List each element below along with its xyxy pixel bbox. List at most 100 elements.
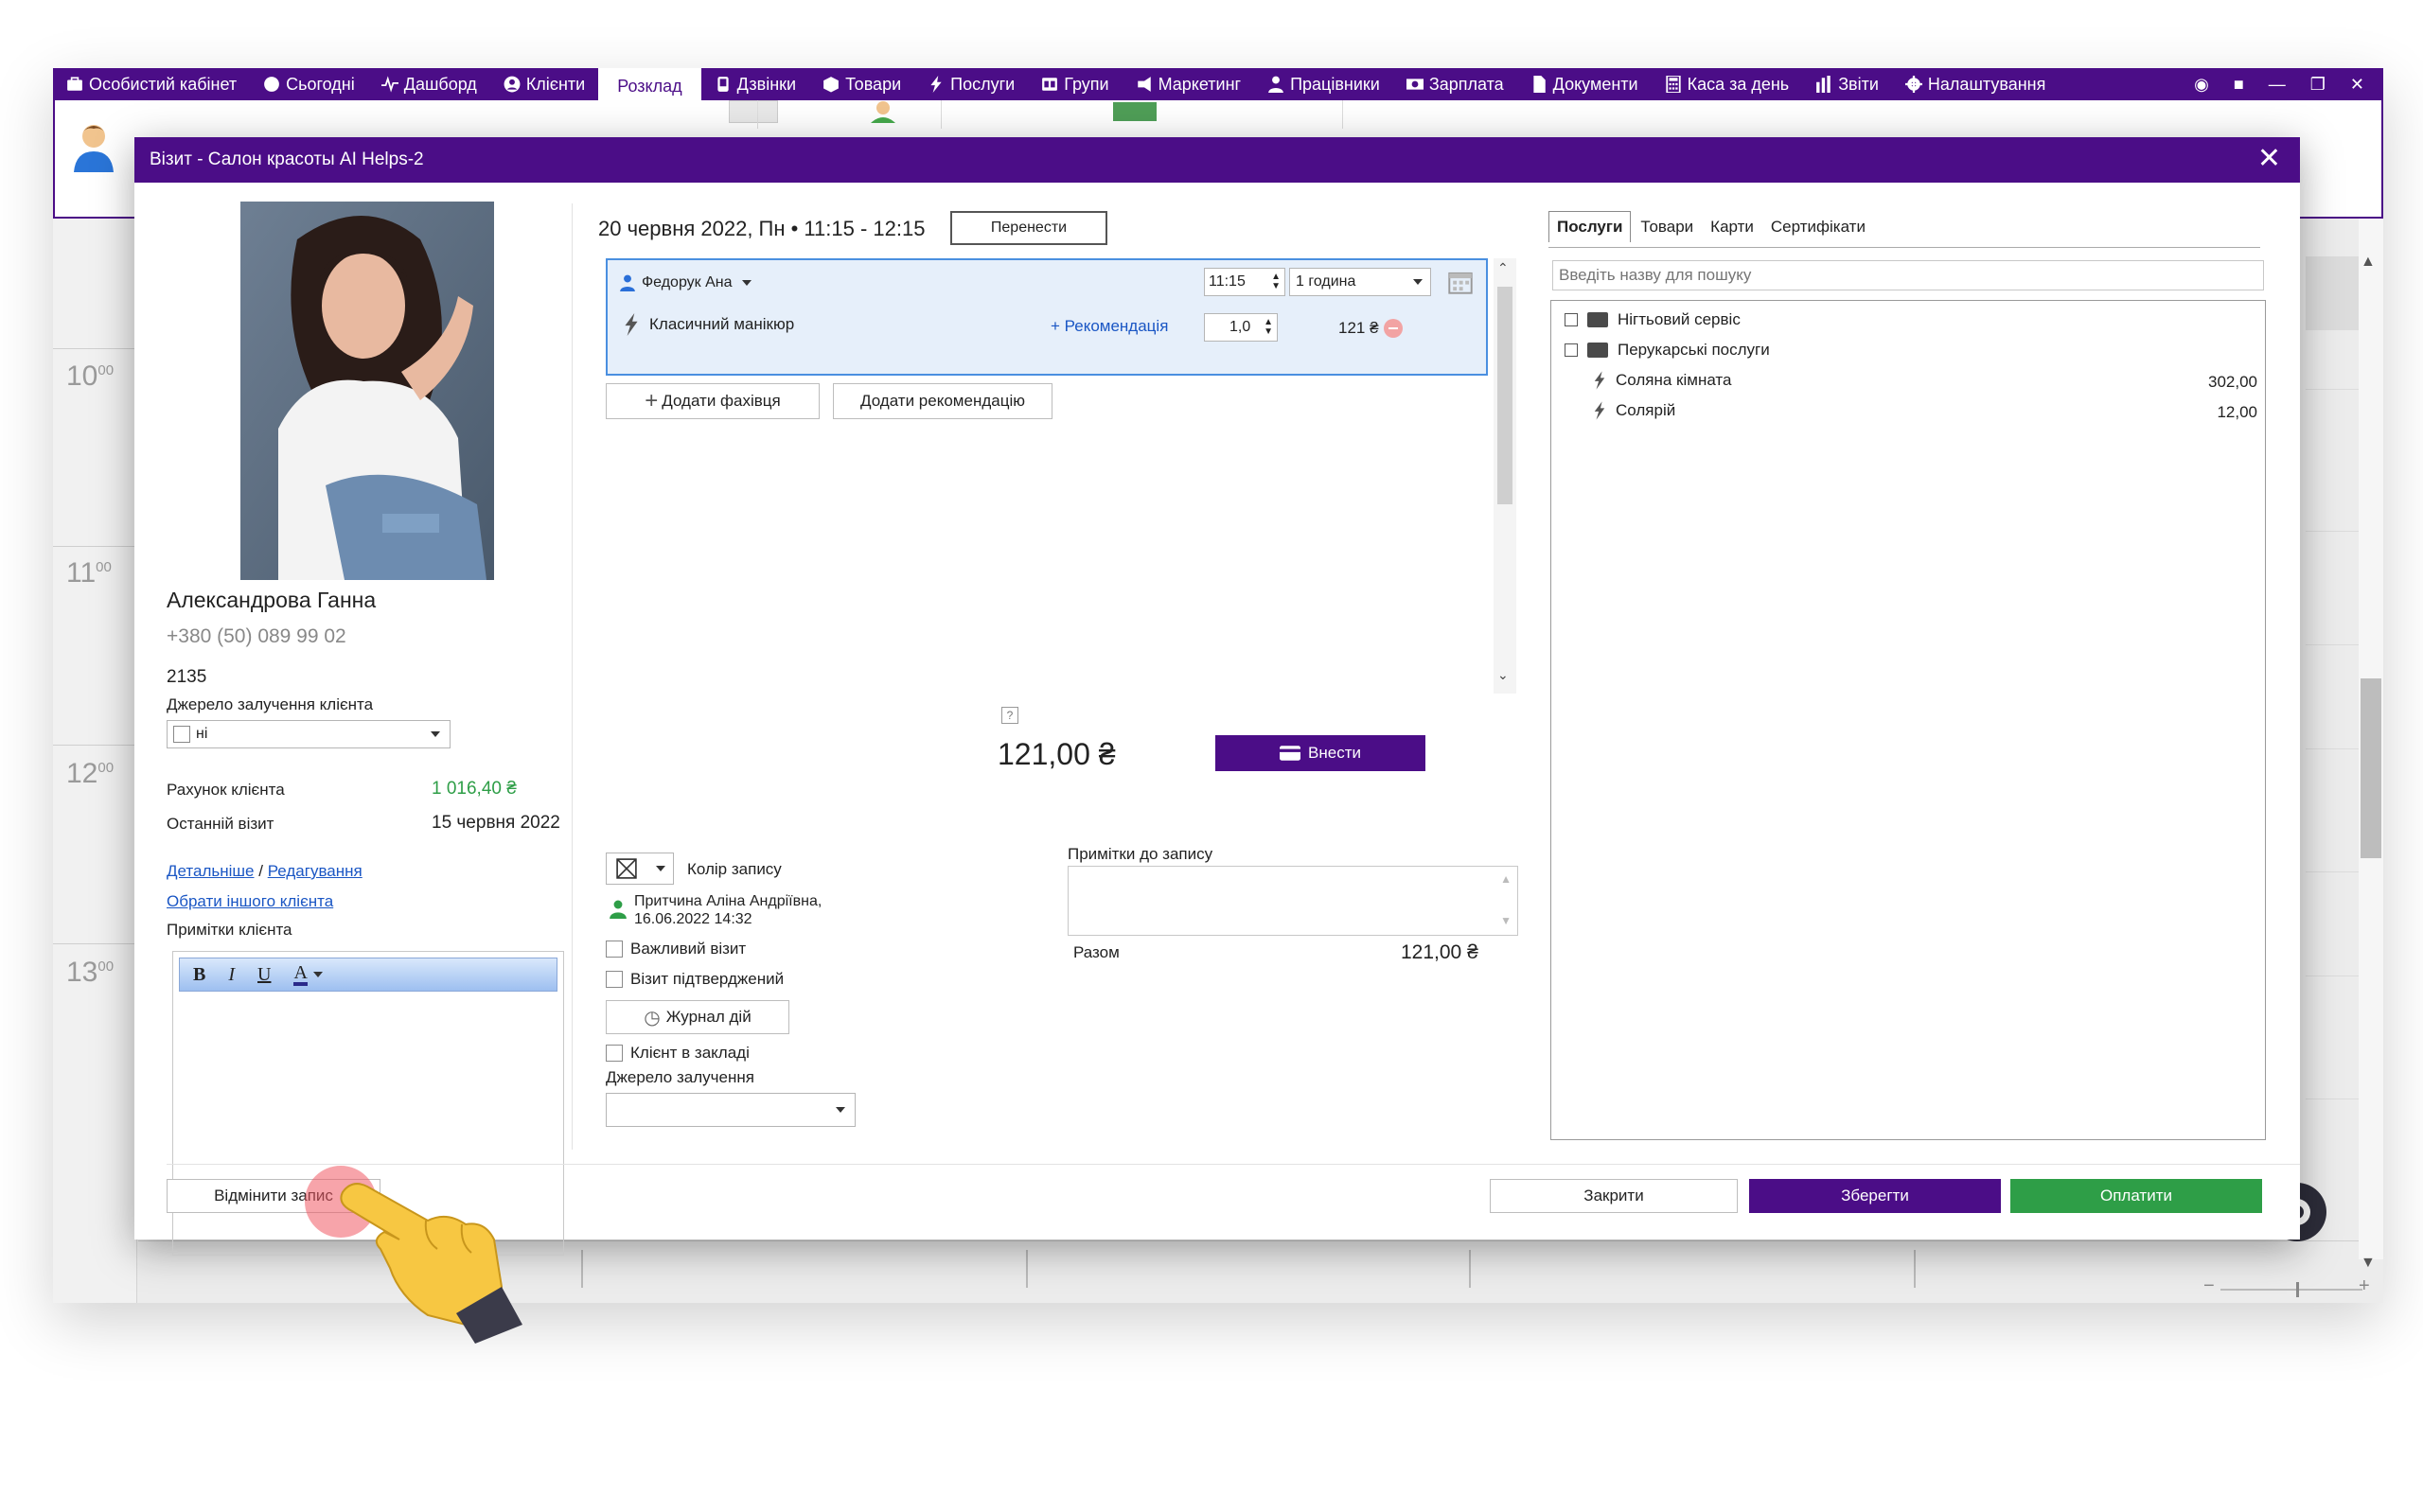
add-specialist-button[interactable]: + Додати фахівця [606, 383, 820, 419]
sum-label: Разом [1073, 943, 1120, 961]
money-thumbnail-icon[interactable] [1113, 102, 1157, 121]
tab-cards[interactable]: Карти [1703, 212, 1761, 242]
add-recommendation-link[interactable]: + Рекомендація [1051, 317, 1168, 336]
nav-goods[interactable]: Товари [809, 68, 914, 100]
font-color-button[interactable]: A [293, 963, 323, 986]
duration-select[interactable]: 1 година [1289, 268, 1431, 296]
tab-services[interactable]: Послуги [1548, 211, 1632, 242]
dialog-title: Візит - Салон красоты AI Helps-2 [150, 149, 424, 169]
remove-service-icon[interactable] [1384, 319, 1403, 338]
minimize-icon[interactable]: — [2269, 75, 2286, 95]
nav-documents[interactable]: Документи [1517, 68, 1652, 100]
column-divider [581, 1250, 583, 1288]
scrollbar-thumb[interactable] [2361, 678, 2381, 858]
created-by: Притчина Аліна Андріївна, [634, 893, 822, 909]
tree-service-solarium[interactable]: Солярій [1593, 401, 1675, 420]
visit-notes-input[interactable]: ▲ ▼ [1068, 866, 1518, 936]
add-recommendation-button[interactable]: Додати рекомендацію [833, 383, 1052, 419]
nav-groups[interactable]: Групи [1028, 68, 1122, 100]
scroll-up-icon[interactable]: ▲ [2361, 254, 2376, 271]
nav-calls[interactable]: Дзвінки [701, 68, 809, 100]
zoom-out-icon[interactable]: − [2203, 1275, 2215, 1297]
tab-goods[interactable]: Товари [1633, 212, 1701, 242]
action-log-button[interactable]: ◷ Журнал дій [606, 1000, 789, 1034]
client-phone[interactable]: +380 (50) 089 99 02 [167, 625, 346, 648]
bell-icon[interactable]: ◉ [2194, 75, 2209, 95]
start-time-spinner[interactable]: 11:15 ▲ ▼ [1204, 268, 1285, 296]
scroll-up-icon[interactable]: ▲ [1500, 872, 1512, 886]
confirmed-visit-checkbox-row[interactable]: Візит підтверджений [606, 970, 784, 989]
close-button[interactable]: Закрити [1490, 1179, 1738, 1213]
nav-dashboard[interactable]: Дашборд [368, 68, 490, 100]
spinner-arrows-icon[interactable]: ▲ ▼ [1271, 273, 1281, 291]
nav-salary[interactable]: Зарплата [1393, 68, 1517, 100]
editor-toolbar: B I U A [179, 958, 557, 992]
visit-source-select[interactable] [606, 1093, 856, 1127]
calendar-thumbnail-icon[interactable] [729, 100, 778, 123]
bold-button[interactable]: B [193, 964, 205, 986]
quantity-stepper[interactable]: 1,0 ▲ ▼ [1204, 313, 1278, 342]
nav-clients[interactable]: Клієнти [490, 68, 598, 100]
zoom-slider-handle[interactable] [2296, 1282, 2299, 1297]
details-link[interactable]: Детальніше [167, 862, 255, 880]
nav-cash-desk[interactable]: Каса за день [1652, 68, 1803, 100]
client-source-select[interactable]: ні [167, 720, 451, 748]
pointing-hand-icon [340, 1183, 522, 1344]
important-visit-checkbox[interactable] [606, 941, 623, 958]
lock-icon[interactable]: ■ [2234, 75, 2244, 95]
client-name: Александрова Ганна [167, 588, 377, 612]
spinner-arrows-icon[interactable]: ▲ ▼ [1264, 318, 1273, 337]
tab-certificates[interactable]: Сертифікати [1763, 212, 1873, 242]
created-at: 16.06.2022 14:32 [634, 911, 752, 927]
bar-chart-icon [1816, 76, 1831, 93]
nav-settings[interactable]: Налаштування [1892, 68, 2059, 100]
services-scrollbar[interactable]: ⌃ ⌄ [1494, 258, 1516, 694]
record-color-select[interactable] [606, 853, 674, 885]
expand-icon[interactable] [1565, 343, 1578, 357]
nav-marketing[interactable]: Маркетинг [1123, 68, 1255, 100]
zoom-slider[interactable] [2220, 1289, 2362, 1291]
nav-services[interactable]: Послуги [914, 68, 1028, 100]
hour-label: 1300 [66, 957, 115, 988]
scroll-down-icon[interactable]: ▼ [2361, 1255, 2376, 1272]
nav-today[interactable]: Сьогодні [250, 68, 368, 100]
tree-folder-nail-service[interactable]: Нігтьовий сервіс [1565, 310, 1741, 329]
window-close-icon[interactable]: ✕ [2350, 75, 2364, 95]
tree-folder-hairdressing[interactable]: Перукарські послуги [1565, 341, 1770, 360]
scroll-up-icon[interactable]: ⌃ [1497, 260, 1509, 276]
restore-icon[interactable]: ❐ [2310, 75, 2326, 95]
client-in-place-checkbox[interactable] [606, 1045, 623, 1062]
nav-schedule[interactable]: Розклад [598, 68, 701, 104]
pay-in-button[interactable]: Внести [1215, 735, 1425, 771]
move-visit-button[interactable]: Перенести [950, 211, 1107, 245]
help-icon[interactable]: ? [1001, 707, 1018, 724]
dialog-close-icon[interactable]: ✕ [2257, 145, 2281, 173]
client-in-place-checkbox-row[interactable]: Клієнт в закладі [606, 1044, 750, 1063]
important-visit-checkbox-row[interactable]: Важливий візит [606, 940, 746, 958]
confirmed-visit-checkbox[interactable] [606, 971, 623, 988]
save-button[interactable]: Зберегти [1749, 1179, 2001, 1213]
scrollbar-thumb[interactable] [1497, 287, 1512, 504]
service-price: 302,00 [2208, 373, 2257, 391]
tree-service-salt-room[interactable]: Соляна кімната [1593, 371, 1731, 390]
zoom-in-icon[interactable]: + [2359, 1275, 2370, 1297]
underline-button[interactable]: U [257, 964, 271, 986]
groups-icon [1042, 78, 1058, 91]
visit-notes-label: Примітки до запису [1068, 845, 1213, 863]
nav-reports[interactable]: Звіти [1802, 68, 1892, 100]
catalog-search-input[interactable] [1552, 260, 2264, 290]
nav-personal-cabinet[interactable]: Особистий кабінет [53, 68, 250, 100]
expand-icon[interactable] [1565, 313, 1578, 326]
calendar-icon[interactable] [1448, 270, 1473, 294]
master-thumbnail-icon[interactable] [865, 100, 901, 123]
italic-button[interactable]: I [228, 964, 235, 986]
chevron-down-icon [741, 280, 752, 286]
nav-employees[interactable]: Працівники [1254, 68, 1393, 100]
edit-link[interactable]: Редагування [268, 862, 363, 880]
choose-other-client-link[interactable]: Обрати іншого клієнта [167, 892, 333, 911]
specialist-select[interactable]: Федорук Ана [615, 268, 780, 298]
user-avatar-icon[interactable] [72, 123, 115, 172]
pay-button[interactable]: Оплатити [2010, 1179, 2262, 1213]
scroll-down-icon[interactable]: ⌄ [1497, 667, 1509, 683]
scroll-down-icon[interactable]: ▼ [1500, 914, 1512, 927]
